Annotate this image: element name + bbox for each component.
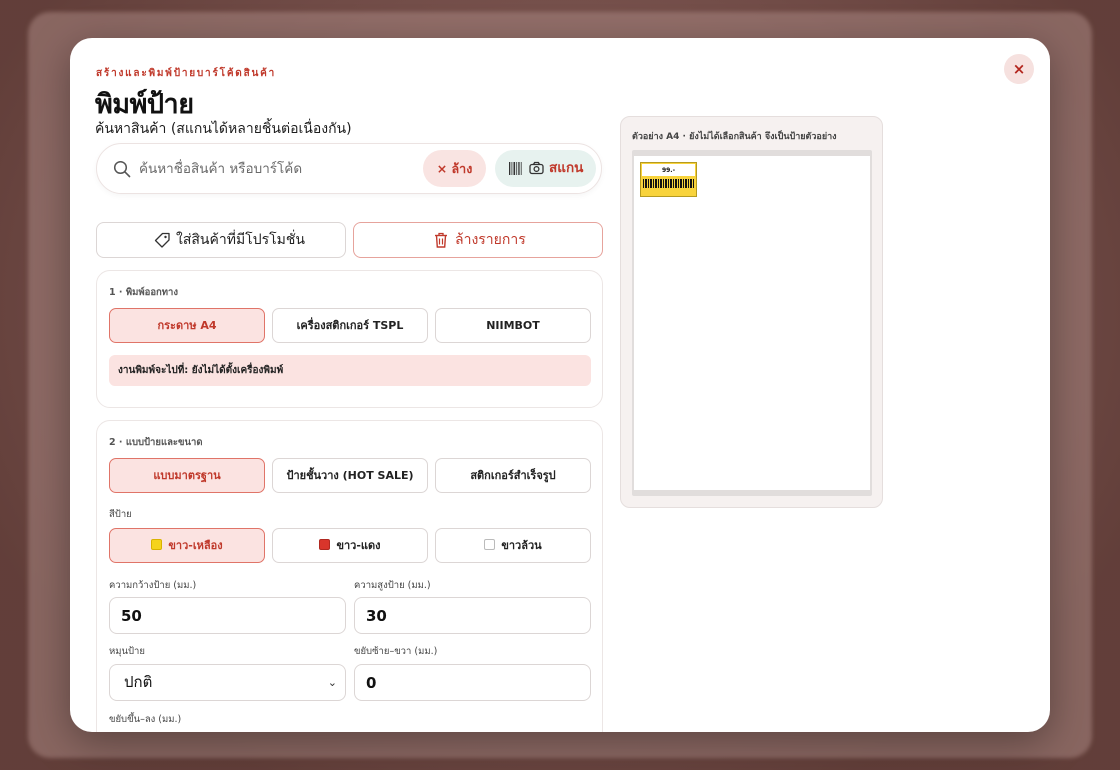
- color-option-white-red[interactable]: ขาว-แดง: [272, 528, 428, 563]
- label-type-shelf-hot-sale[interactable]: ป้ายชั้นวาง (HOT SALE): [272, 458, 428, 493]
- rotate-select[interactable]: ปกติ ⌄: [109, 664, 346, 701]
- shift-x-label: ขยับซ้าย–ขวา (มม.): [354, 646, 438, 657]
- dialog-eyebrow: สร้างและพิมพ์ป้ายบาร์โค้ดสินค้า: [96, 68, 277, 79]
- color-option-white-yellow[interactable]: ขาว-เหลือง: [109, 528, 265, 563]
- output-option-niimbot[interactable]: NIIMBOT: [435, 308, 591, 343]
- clear-search-button[interactable]: × ล้าง: [423, 150, 486, 187]
- output-option-a4[interactable]: กระดาษ A4: [109, 308, 265, 343]
- print-output-title: 1 · พิมพ์ออกทาง: [109, 287, 179, 298]
- clear-list-label: ล้างรายการ: [455, 232, 526, 248]
- label-style-section: 2 · แบบป้ายและขนาด แบบมาตรฐาน ป้ายชั้นวา…: [96, 420, 603, 732]
- a4-preview: 99.-: [632, 150, 872, 496]
- rotate-select-value: ปกติ: [124, 673, 153, 691]
- color-option-white-yellow-label: ขาว-เหลือง: [168, 539, 223, 552]
- add-promotion-items-label: ใส่สินค้าที่มีโปรโมชั่น: [176, 232, 305, 248]
- red-swatch-icon: [319, 539, 331, 550]
- a4-page: 99.-: [634, 156, 870, 490]
- search-input[interactable]: [139, 158, 409, 180]
- barcode-icon: [509, 162, 522, 175]
- close-button[interactable]: ×: [1004, 54, 1034, 84]
- shift-x-input[interactable]: [354, 664, 591, 701]
- print-label-dialog: × สร้างและพิมพ์ป้ายบาร์โค้ดสินค้า พิมพ์ป…: [70, 38, 1050, 732]
- tag-icon: [154, 232, 170, 248]
- printer-notice: งานพิมพ์จะไปที่: ยังไม่ได้ตั้งเครื่องพิม…: [109, 355, 591, 386]
- rotate-label: หมุนป้าย: [109, 646, 145, 657]
- color-option-white-red-label: ขาว-แดง: [336, 539, 381, 552]
- scan-button[interactable]: สแกน: [495, 150, 596, 187]
- color-option-white-label: ขาวล้วน: [501, 539, 542, 552]
- label-type-ready-sticker[interactable]: สติกเกอร์สำเร็จรูป: [435, 458, 591, 493]
- camera-icon: [529, 161, 544, 175]
- color-option-white[interactable]: ขาวล้วน: [435, 528, 591, 563]
- preview-caption: ตัวอย่าง A4 · ยังไม่ได้เลือกสินค้า จึงเป…: [632, 132, 837, 142]
- shift-y-label: ขยับขึ้น–ลง (มม.): [109, 714, 182, 725]
- output-option-tspl[interactable]: เครื่องสติกเกอร์ TSPL: [272, 308, 428, 343]
- label-width-label: ความกว้างป้าย (มม.): [109, 580, 197, 591]
- clear-list-button[interactable]: ล้างรายการ: [353, 222, 603, 258]
- label-height-input[interactable]: [354, 597, 591, 634]
- add-promotion-items-button[interactable]: ใส่สินค้าที่มีโปรโมชั่น: [96, 222, 346, 258]
- search-section-label: ค้นหาสินค้า (สแกนได้หลายชิ้นต่อเนื่องกัน…: [95, 121, 352, 137]
- trash-icon: [435, 232, 447, 248]
- sample-label-price: 99.-: [661, 167, 676, 174]
- search-bar: × ล้าง สแกน: [96, 143, 602, 194]
- label-style-title: 2 · แบบป้ายและขนาด: [109, 437, 203, 448]
- white-swatch-icon: [484, 539, 496, 550]
- chevron-down-icon: ⌄: [327, 676, 337, 689]
- search-icon: [113, 160, 131, 178]
- label-color-label: สีป้าย: [109, 509, 132, 520]
- yellow-swatch-icon: [151, 539, 163, 550]
- sample-barcode-icon: [643, 179, 695, 188]
- scan-button-label: สแกน: [549, 160, 584, 176]
- preview-panel: ตัวอย่าง A4 · ยังไม่ได้เลือกสินค้า จึงเป…: [620, 116, 883, 508]
- print-output-section: 1 · พิมพ์ออกทาง กระดาษ A4 เครื่องสติกเกอ…: [96, 270, 603, 408]
- label-width-input[interactable]: [109, 597, 346, 634]
- label-height-label: ความสูงป้าย (มม.): [354, 580, 431, 591]
- label-type-standard[interactable]: แบบมาตรฐาน: [109, 458, 265, 493]
- sample-label-thumbnail: 99.-: [640, 162, 697, 197]
